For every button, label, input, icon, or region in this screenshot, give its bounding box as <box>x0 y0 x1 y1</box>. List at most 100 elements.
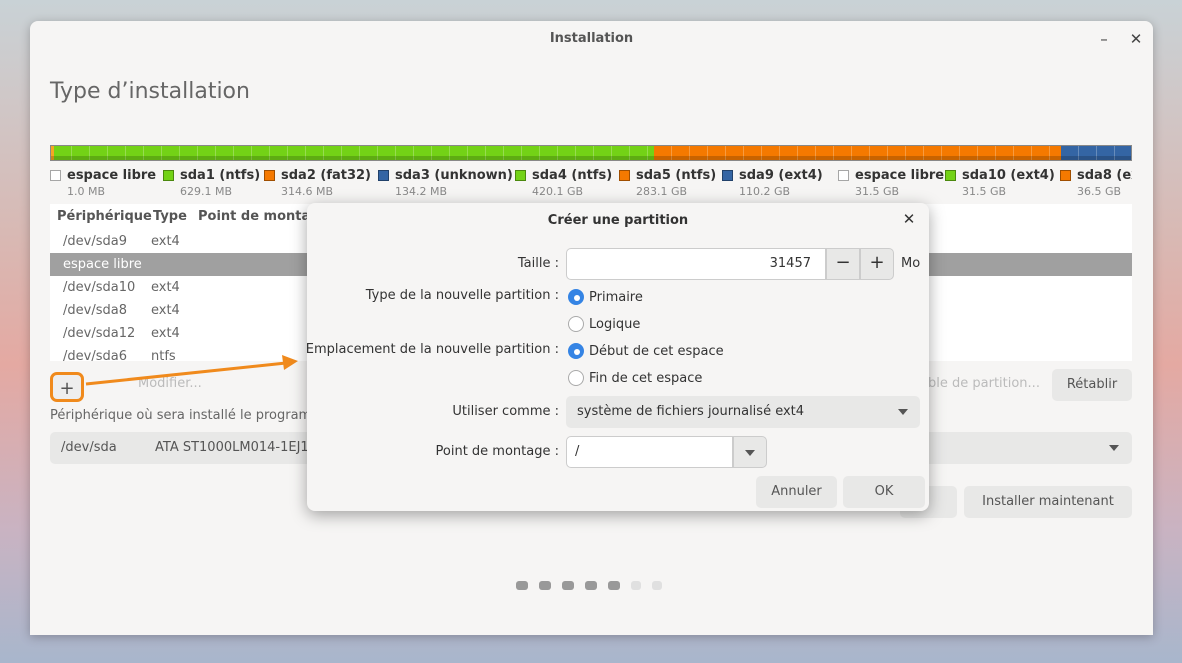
legend-item: sda1 (ntfs) 629.1 MB <box>163 168 260 198</box>
legend-name: sda4 (ntfs) <box>515 168 612 183</box>
legend-swatch <box>945 170 956 181</box>
legend-swatch <box>378 170 389 181</box>
progress-dot <box>539 581 551 590</box>
legend-item: sda9 (ext4) 110.2 GB <box>722 168 823 198</box>
legend-item: sda4 (ntfs) 420.1 GB <box>515 168 612 198</box>
minimize-icon[interactable]: – <box>1093 28 1115 50</box>
radio-label: Fin de cet espace <box>589 370 703 386</box>
legend-size: 314.6 MB <box>281 185 334 198</box>
legend-swatch <box>264 170 275 181</box>
minus-icon[interactable]: − <box>826 248 860 280</box>
mount-point-input[interactable]: / <box>566 436 733 468</box>
legend-label: sda1 (ntfs) <box>180 168 261 183</box>
legend-item: sda10 (ext4) 31.5 GB <box>945 168 1055 198</box>
partition-type-label: Type de la nouvelle partition : <box>365 288 559 303</box>
close-icon[interactable]: ✕ <box>899 210 919 228</box>
close-icon[interactable]: ✕ <box>1125 28 1147 50</box>
page-title: Type d’installation <box>50 79 250 104</box>
legend-label: sda5 (ntfs) <box>636 168 717 183</box>
bootloader-label: Périphérique où sera installé le program… <box>50 408 324 423</box>
add-partition-button[interactable]: + <box>50 372 84 402</box>
size-input[interactable]: 31457 <box>566 248 826 280</box>
partition-bar-segment-blue <box>1061 146 1131 160</box>
new-partition-table-button[interactable]: ble de partition... <box>928 376 1040 391</box>
radio-label: Début de cet espace <box>589 343 724 359</box>
legend-swatch <box>50 170 61 181</box>
legend-name: sda2 (fat32) <box>264 168 371 183</box>
chevron-down-icon <box>1109 445 1119 451</box>
install-now-button[interactable]: Installer maintenant <box>964 486 1132 518</box>
row-type: ext4 <box>151 326 180 341</box>
col-type-header[interactable]: Type <box>153 209 187 224</box>
titlebar: Installation – ✕ <box>30 21 1153 57</box>
legend-swatch <box>163 170 174 181</box>
legend-swatch <box>838 170 849 181</box>
legend-name: sda9 (ext4) <box>722 168 823 183</box>
radio-beginning[interactable]: Début de cet espace <box>568 343 724 359</box>
legend-size: 31.5 GB <box>855 185 900 198</box>
chevron-down-icon <box>745 450 755 456</box>
radio-logical[interactable]: Logique <box>568 316 640 332</box>
progress-dot <box>631 581 641 590</box>
legend-name: sda5 (ntfs) <box>619 168 716 183</box>
ok-button[interactable]: OK <box>843 476 925 508</box>
legend-item: espace libre 31.5 GB <box>838 168 944 198</box>
filesystem-value: système de fichiers journalisé ext4 <box>577 404 805 419</box>
cancel-button[interactable]: Annuler <box>756 476 837 508</box>
radio-primary[interactable]: Primaire <box>568 289 643 305</box>
row-device: espace libre <box>63 257 142 272</box>
row-device: /dev/sda10 <box>63 280 136 295</box>
legend-swatch <box>722 170 733 181</box>
radio-end[interactable]: Fin de cet espace <box>568 370 702 386</box>
legend-size: 420.1 GB <box>532 185 584 198</box>
row-device: /dev/sda8 <box>63 303 127 318</box>
partition-bar-segment-orange <box>654 146 1061 160</box>
progress-dot <box>608 581 620 590</box>
bootloader-device: /dev/sda <box>61 440 117 455</box>
legend-item: espace libre 1.0 MB <box>50 168 156 198</box>
partition-bar-segment-green <box>54 146 654 160</box>
size-unit: Mo <box>901 256 921 271</box>
radio-unchecked-icon <box>568 316 584 332</box>
chevron-down-icon <box>898 409 908 415</box>
radio-label: Logique <box>589 316 641 332</box>
legend-item: sda3 (unknown) 134.2 MB <box>378 168 513 198</box>
legend-label: sda8 (ext4) <box>1077 168 1132 183</box>
radio-label: Primaire <box>589 289 643 305</box>
radio-checked-icon <box>568 343 584 359</box>
legend-size: 110.2 GB <box>739 185 791 198</box>
create-partition-dialog: Créer une partition ✕ Taille : 31457 − +… <box>306 203 929 511</box>
legend-label: sda3 (unknown) <box>395 168 513 183</box>
legend-label: sda9 (ext4) <box>739 168 823 183</box>
legend-name: sda8 (ext4) <box>1060 168 1132 183</box>
legend-size: 134.2 MB <box>395 185 448 198</box>
row-device: /dev/sda12 <box>63 326 136 341</box>
row-type: ext4 <box>151 303 180 318</box>
legend-item: sda2 (fat32) 314.6 MB <box>264 168 371 198</box>
legend-size: 629.1 MB <box>180 185 233 198</box>
mount-point-label: Point de montage : <box>435 444 559 459</box>
plus-icon[interactable]: + <box>860 248 894 280</box>
col-device-header[interactable]: Périphérique <box>57 209 152 224</box>
legend-swatch <box>1060 170 1071 181</box>
legend-size: 36.5 GB <box>1077 185 1122 198</box>
row-device: /dev/sda9 <box>63 234 127 249</box>
legend-name: espace libre <box>838 168 944 183</box>
legend-label: sda4 (ntfs) <box>532 168 613 183</box>
legend-size: 283.1 GB <box>636 185 688 198</box>
legend-size: 1.0 MB <box>67 185 106 198</box>
legend-swatch <box>619 170 630 181</box>
legend-label: espace libre <box>855 168 945 183</box>
use-as-label: Utiliser comme : <box>452 404 559 419</box>
modify-partition-button[interactable]: Modifier... <box>138 376 202 391</box>
row-type: ext4 <box>151 280 180 295</box>
revert-button[interactable]: Rétablir <box>1052 369 1132 401</box>
radio-checked-icon <box>568 289 584 305</box>
window-title: Installation <box>549 31 634 46</box>
legend-swatch <box>515 170 526 181</box>
mount-point-dropdown[interactable] <box>733 436 767 468</box>
filesystem-select[interactable]: système de fichiers journalisé ext4 <box>566 396 920 428</box>
partition-legend: espace libre 1.0 MB sda1 (ntfs) 629.1 MB sda… <box>50 168 1132 202</box>
legend-item: sda8 (ext4) 36.5 GB <box>1060 168 1132 198</box>
legend-name: espace libre <box>50 168 156 183</box>
